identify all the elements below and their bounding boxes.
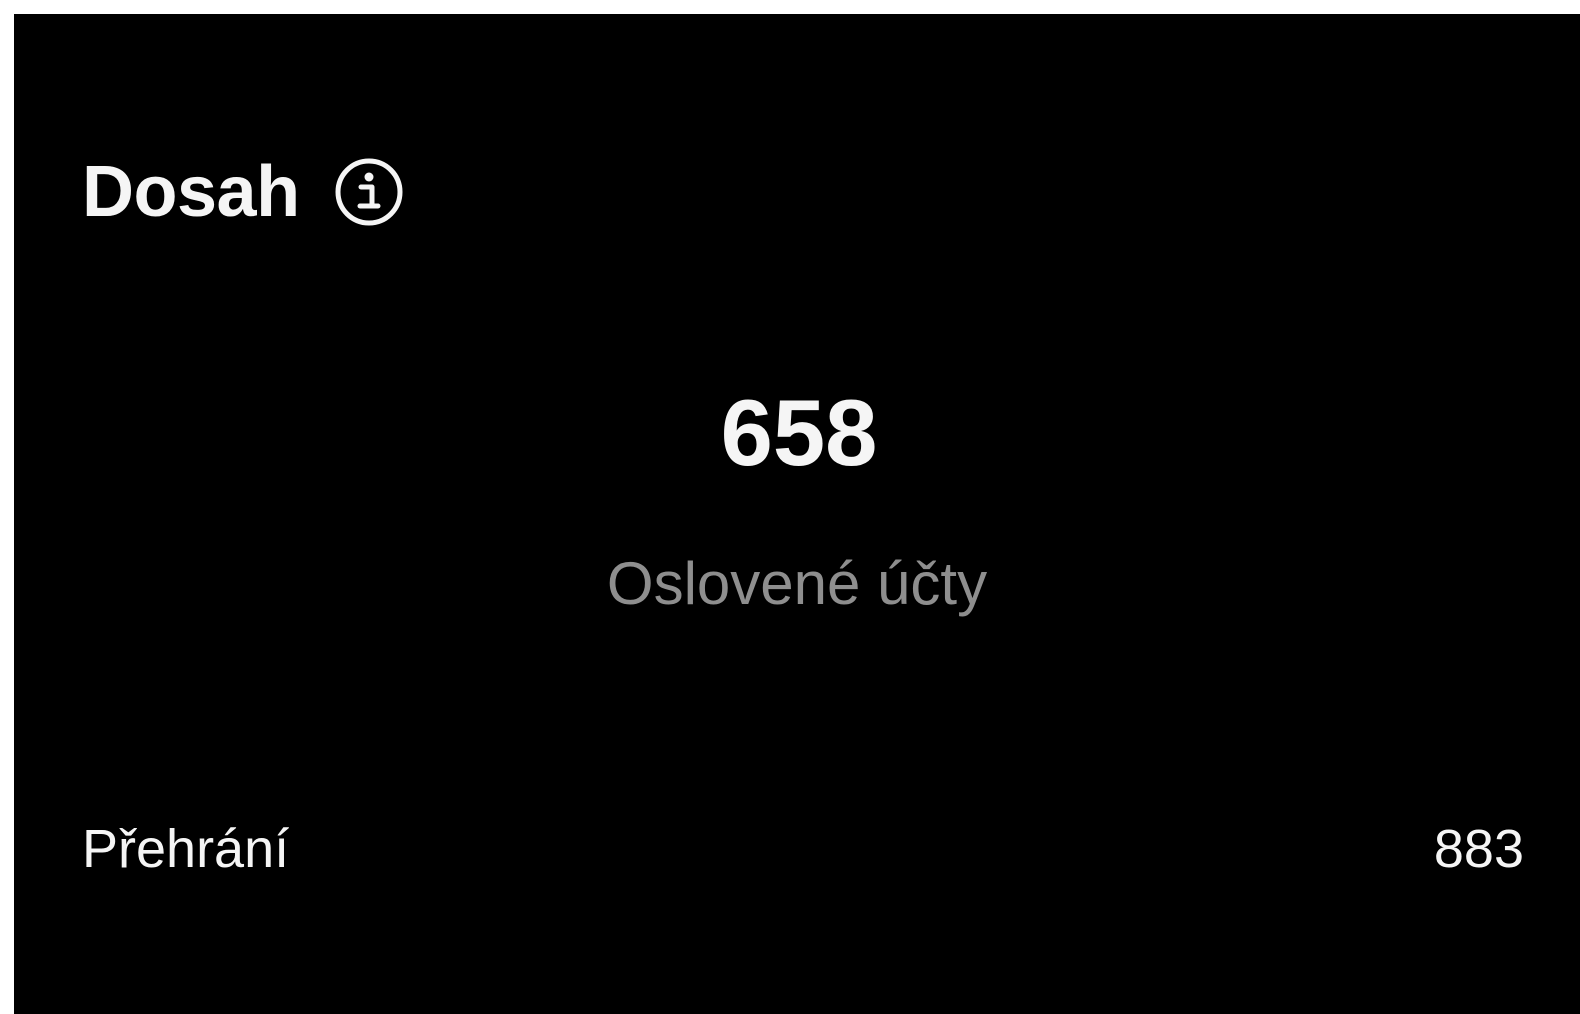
plays-value: 883	[1433, 819, 1524, 879]
accounts-reached-value: 658	[720, 380, 878, 485]
accounts-reached-label: Oslovené účty	[606, 550, 988, 617]
card-header: Dosah	[82, 156, 404, 228]
reach-card: Dosah 658 Oslovené účty Přehrání 883	[14, 14, 1580, 1014]
card-title: Dosah	[82, 152, 300, 232]
info-circle-icon[interactable]	[334, 157, 404, 227]
reach-metric: 658	[14, 386, 1580, 480]
plays-label: Přehrání	[82, 819, 290, 879]
plays-row: Přehrání 883	[82, 822, 1524, 876]
